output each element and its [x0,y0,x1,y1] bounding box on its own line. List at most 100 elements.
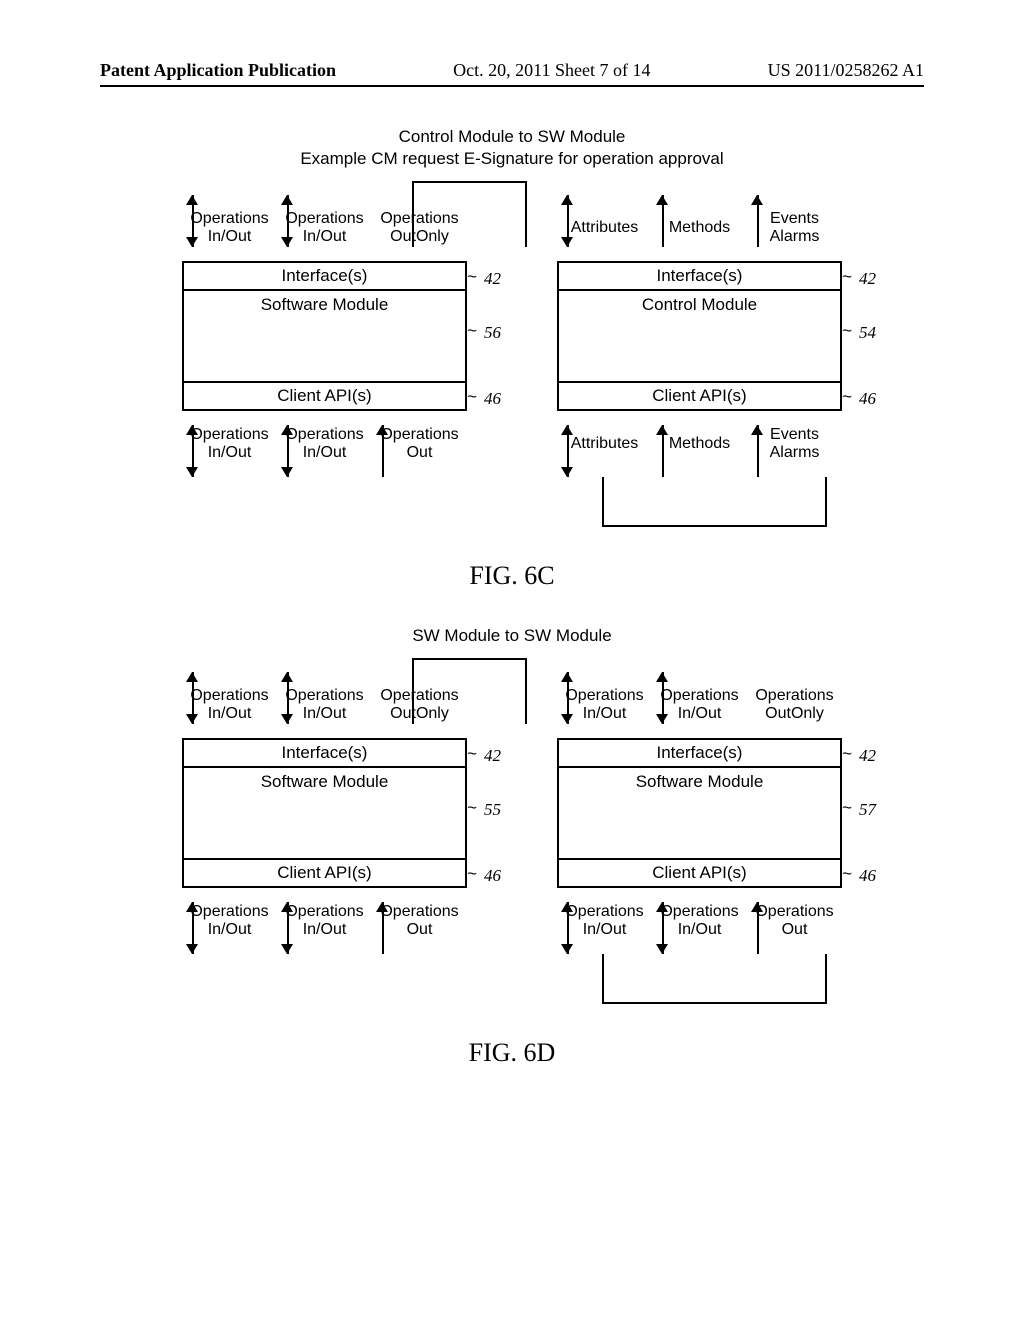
software-module-57: Operations In/Out Operations In/Out Oper… [557,672,842,954]
port-label-l1: Operations [277,210,372,228]
fig6c-subtitle: Example CM request E-Signature for opera… [100,149,924,169]
client-api-row: Client API(s) ~ 46 [182,858,467,888]
arrow-down-icon [561,467,573,477]
modules-row: Operations In/Out Operations In/Out Oper… [182,181,842,477]
arrow-down-icon [281,714,293,724]
fig6c-caption: FIG. 6C [100,561,924,591]
ref-46: 46 [859,389,876,409]
software-module-56: Operations In/Out Operations In/Out Oper… [182,195,467,477]
port-label-l2: Alarms [747,444,842,462]
bottom-connector-bracket [602,477,827,527]
port-label-l2: Alarms [747,228,842,246]
arrow-up-icon [656,902,668,912]
arrow-up-icon [281,902,293,912]
module-body-label: Software Module [261,772,389,791]
client-api-label: Client API(s) [652,386,746,406]
port-attributes: Attributes [557,195,652,261]
fig6d-caption: FIG. 6D [100,1038,924,1068]
interface-label: Interface(s) [657,266,743,286]
ref-42: 42 [859,269,876,289]
port-op-inout-2: Operations In/Out [277,195,372,261]
fig6d-container: Operations In/Out Operations In/Out Oper… [182,658,842,1018]
arrow-up-icon [186,195,198,205]
ref-56: 56 [484,323,501,343]
arrow-down-icon [281,237,293,247]
port-label-l2: In/Out [182,921,277,939]
module-body: Control Module ~ 54 [557,291,842,381]
ref-tilde: ~ [842,798,852,818]
arrow-up-icon [186,672,198,682]
port-label-l1: Events [747,210,842,228]
arrow-up-icon [751,902,763,912]
ref-tilde: ~ [467,321,477,341]
ref-46: 46 [484,866,501,886]
top-ports: Operations In/Out Operations In/Out Oper… [182,672,467,738]
ref-46: 46 [859,866,876,886]
port-methods: Methods [652,411,747,477]
ref-tilde: ~ [842,321,852,341]
port-events-alarms: Events Alarms [747,411,842,477]
arrow-down-icon [656,714,668,724]
port-label-l2: OutOnly [747,705,842,723]
header-right: US 2011/0258262 A1 [768,60,924,81]
ref-tilde: ~ [842,864,852,884]
ref-tilde: ~ [467,387,477,407]
arrow-up-icon [376,902,388,912]
port-op-inout-1: Operations In/Out [182,195,277,261]
port-label-l2: Out [372,921,467,939]
ref-tilde: ~ [842,387,852,407]
port-label-l2: Out [747,921,842,939]
module-body-label: Control Module [642,295,757,314]
interface-row: Interface(s) ~ 42 [182,738,467,768]
port-op-inout-2: Operations In/Out [277,672,372,738]
bottom-ports: Operations In/Out Operations In/Out Oper… [557,888,842,954]
port-op-inout-2: Operations In/Out [277,888,372,954]
port-op-inout-2: Operations In/Out [652,888,747,954]
port-attributes: Attributes [557,411,652,477]
port-op-inout-1: Operations In/Out [557,888,652,954]
arrow-down-icon [561,714,573,724]
header-center: Oct. 20, 2011 Sheet 7 of 14 [453,60,650,81]
port-op-outonly: Operations OutOnly [372,672,467,738]
port-label-l1: Operations [372,210,467,228]
port-label-l2: In/Out [182,444,277,462]
module-body: Software Module ~ 56 [182,291,467,381]
top-ports: Operations In/Out Operations In/Out Oper… [182,195,467,261]
arrow-up-icon [281,425,293,435]
port-label-l2: OutOnly [372,228,467,246]
port-label-l1: Methods [652,219,747,237]
interface-row: Interface(s) ~ 42 [182,261,467,291]
client-api-row: Client API(s) ~ 46 [182,381,467,411]
interface-label: Interface(s) [282,266,368,286]
top-ports: Attributes Methods Events Alarms [557,195,842,261]
arrow-up-icon [656,195,668,205]
port-label-l1: Attributes [557,219,652,237]
arrow-up-icon [281,195,293,205]
arrow-down-icon [281,467,293,477]
port-label-l1: Attributes [557,435,652,453]
module-body: Software Module ~ 55 [182,768,467,858]
header-left: Patent Application Publication [100,60,336,81]
client-api-label: Client API(s) [652,863,746,883]
bottom-connector-bracket [602,954,827,1004]
port-label-l1: Operations [182,210,277,228]
ref-tilde: ~ [842,744,852,764]
control-module-54: Attributes Methods Events Alarms [557,195,842,477]
ref-46: 46 [484,389,501,409]
port-op-out: Operations Out [372,888,467,954]
port-label-l2: OutOnly [372,705,467,723]
arrow-down-icon [281,944,293,954]
port-label-l2: In/Out [277,921,372,939]
interface-label: Interface(s) [282,743,368,763]
arrow-up-icon [561,195,573,205]
port-label-l1: Operations [747,687,842,705]
arrow-down-icon [186,714,198,724]
arrow-up-icon [751,425,763,435]
arrow-down-icon [561,237,573,247]
port-op-inout-1: Operations In/Out [182,888,277,954]
arrow-up-icon [561,672,573,682]
port-op-out: Operations Out [747,888,842,954]
modules-row: Operations In/Out Operations In/Out Oper… [182,658,842,954]
software-module-55: Operations In/Out Operations In/Out Oper… [182,672,467,954]
port-label-l1: Operations [652,687,747,705]
